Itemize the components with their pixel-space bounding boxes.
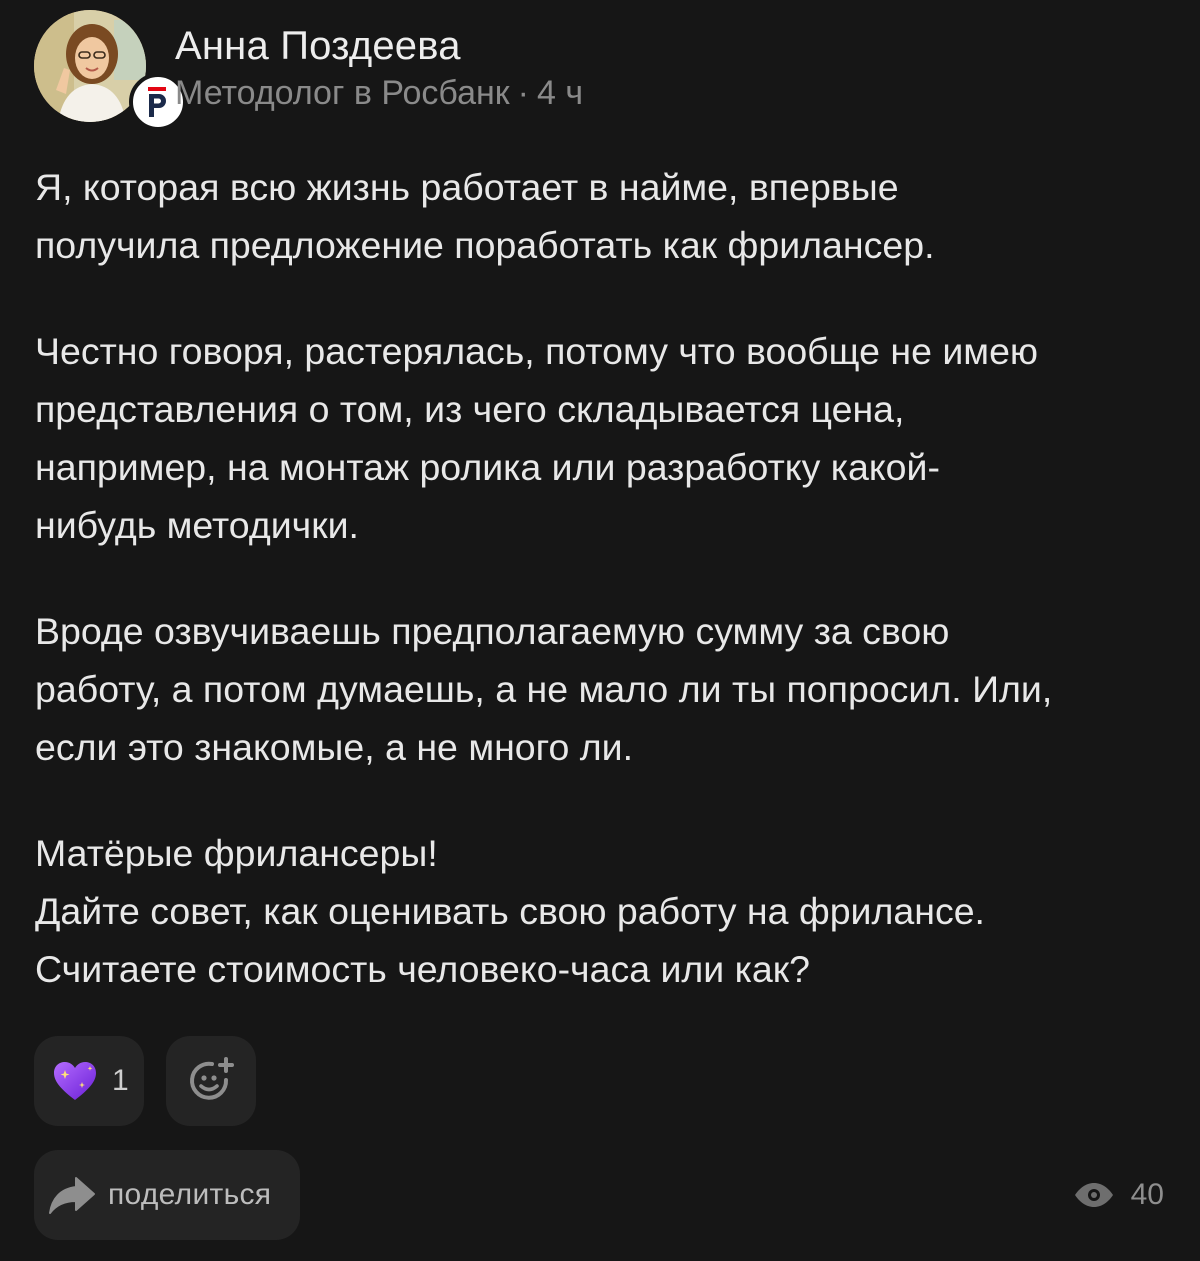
views-counter: 40 [1073,1172,1164,1218]
post-paragraph: Честно говоря, растерялась, потому что в… [35,330,1039,546]
sparkling-purple-heart-icon [54,1062,96,1100]
author-avatar-group[interactable] [34,10,187,131]
post-header: Анна Поздеева Методолог в Росбанк · 4 ч [34,10,1164,131]
heart-reaction-button[interactable]: 1 [34,1036,144,1126]
meta-separator: · [517,74,529,112]
share-arrow-icon [49,1177,95,1214]
add-reaction-button[interactable] [166,1036,256,1126]
eye-icon [1074,1183,1113,1207]
post-card: Анна Поздеева Методолог в Росбанк · 4 ч Я,… [0,0,1200,1261]
post-body: Я, которая всю жизнь работает в найме, в… [35,158,1170,998]
author-meta: Методолог в Росбанк · 4 ч [175,74,583,113]
views-count: 40 [1130,1178,1164,1211]
share-button[interactable]: поделиться [34,1150,300,1240]
post-time: 4 ч [537,74,584,112]
post-paragraph: Я, которая всю жизнь работает в найме, в… [35,166,935,266]
post-paragraph: Матёрые фрилансеры! Дайте совет, как оце… [35,832,985,990]
author-role[interactable]: Методолог в Росбанк [175,74,510,112]
author-name[interactable]: Анна Поздеева [175,24,461,69]
heart-reaction-count: 1 [112,1064,129,1097]
add-reaction-smile-icon [190,1057,234,1100]
post-paragraph: Вроде озвучиваешь предполагаемую сумму з… [35,610,1053,768]
share-label: поделиться [108,1178,272,1211]
reactions-bar: 1 [34,1036,256,1126]
rosbank-logo-icon [148,87,166,117]
